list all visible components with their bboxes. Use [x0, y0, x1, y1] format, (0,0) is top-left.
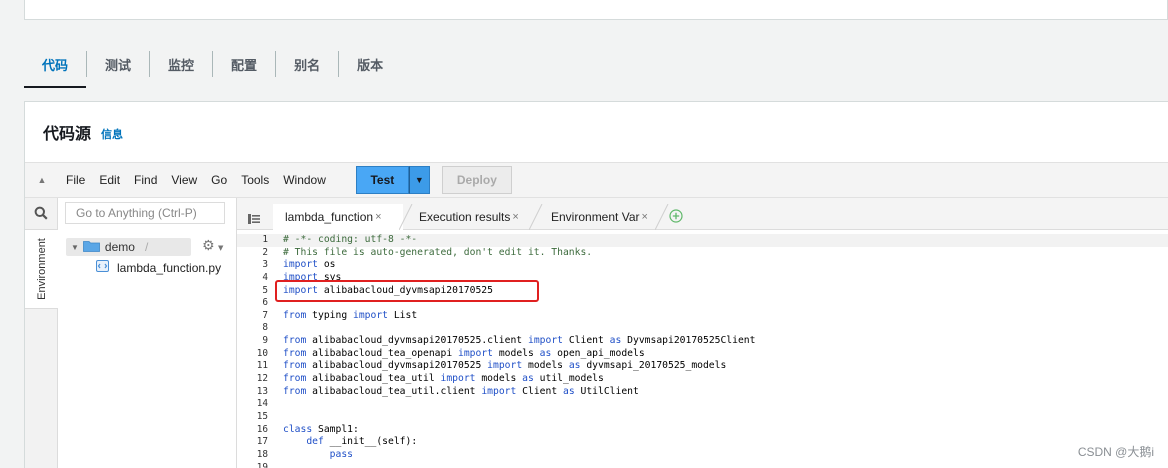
- section-title: 代码源: [43, 124, 92, 143]
- editor-tab-bar: lambda_function × Execution results × En…: [237, 198, 1168, 230]
- code-line: from alibabacloud_tea_util import models…: [283, 373, 604, 385]
- expand-triangle-icon[interactable]: ▼: [71, 243, 79, 252]
- search-icon[interactable]: [25, 198, 57, 228]
- editor-tab-label: Environment Var: [551, 210, 640, 224]
- python-file-icon: [96, 260, 109, 275]
- test-button-group: Test ▼: [355, 166, 430, 194]
- code-line: def __init__(self):: [306, 436, 418, 448]
- ide-menubar: ▲ File Edit Find View Go Tools Window Te…: [25, 162, 1168, 198]
- line-number: 8: [262, 322, 268, 334]
- editor-tab-label: lambda_function: [285, 210, 374, 224]
- line-number: 14: [256, 398, 268, 410]
- section-header: 代码源 信息: [25, 102, 1168, 162]
- menu-view[interactable]: View: [164, 173, 204, 187]
- deploy-button[interactable]: Deploy: [441, 166, 512, 194]
- tab-list-icon[interactable]: [248, 209, 260, 228]
- menu-find[interactable]: Find: [127, 173, 164, 187]
- test-button[interactable]: Test: [355, 166, 409, 194]
- line-number: 12: [256, 373, 268, 385]
- tree-file-lambda-function[interactable]: lambda_function.py: [96, 260, 221, 275]
- line-number: 2: [262, 246, 268, 258]
- go-to-anything-input[interactable]: Go to Anything (Ctrl-P): [65, 202, 225, 224]
- folder-icon: [83, 240, 100, 255]
- close-icon[interactable]: ×: [375, 211, 381, 223]
- code-lines: # -*- coding: utf-8 -*- # This file is au…: [283, 234, 755, 468]
- line-number: 13: [256, 385, 268, 397]
- environment-tab-label: Environment: [35, 238, 48, 300]
- code-line: # This file is auto-generated, don't edi…: [283, 246, 593, 258]
- cloud9-ide: ▲ File Edit Find View Go Tools Window Te…: [25, 162, 1168, 468]
- folder-name: demo: [104, 240, 135, 254]
- line-number: 16: [256, 423, 268, 435]
- tab-aliases[interactable]: 别名: [276, 40, 338, 88]
- highlight-annotation-box: [275, 280, 539, 302]
- line-number: 6: [262, 297, 268, 309]
- line-number: 18: [256, 448, 268, 460]
- file-tree-panel: Go to Anything (Ctrl-P) ▼ demo / ⚙ ▼ lam…: [58, 198, 237, 468]
- tab-test[interactable]: 测试: [87, 40, 149, 88]
- menu-file[interactable]: File: [59, 173, 92, 187]
- tree-folder-demo[interactable]: ▼ demo /: [66, 238, 191, 256]
- close-icon[interactable]: ×: [641, 211, 647, 223]
- ide-left-rail: Environment: [25, 198, 58, 468]
- line-number: 1: [262, 234, 268, 245]
- test-dropdown-caret-icon[interactable]: ▼: [408, 166, 430, 194]
- line-number: 4: [262, 271, 268, 283]
- editor-tab-environment-var[interactable]: Environment Var ×: [539, 204, 663, 230]
- info-link[interactable]: 信息: [101, 126, 123, 142]
- line-number: 9: [262, 335, 268, 347]
- line-number: 19: [256, 461, 268, 468]
- line-number: 7: [262, 309, 268, 321]
- tab-configuration[interactable]: 配置: [213, 40, 275, 88]
- gear-icon[interactable]: ⚙: [202, 238, 215, 254]
- top-card: [24, 0, 1168, 20]
- code-line: class Sampl1:: [283, 423, 359, 435]
- environment-tab[interactable]: Environment: [25, 229, 58, 309]
- code-source-panel: 代码源 信息 ▲ File Edit Find View Go Tools Wi…: [24, 101, 1168, 468]
- close-icon[interactable]: ×: [512, 211, 518, 223]
- code-line: # -*- coding: utf-8 -*-: [283, 234, 418, 245]
- code-line: from alibabacloud_dyvmsapi20170525 impor…: [283, 360, 727, 372]
- add-tab-plus-icon[interactable]: [669, 208, 683, 227]
- line-number: 17: [256, 436, 268, 448]
- code-line: from alibabacloud_dyvmsapi20170525.clien…: [283, 335, 756, 347]
- tab-versions[interactable]: 版本: [339, 40, 401, 88]
- code-line: pass: [329, 448, 354, 460]
- editor-tab-lambda-function[interactable]: lambda_function ×: [273, 204, 403, 230]
- gear-caret-icon[interactable]: ▼: [218, 244, 223, 252]
- line-number: 15: [256, 410, 268, 422]
- collapse-up-icon[interactable]: ▲: [25, 175, 59, 185]
- tab-code[interactable]: 代码: [24, 40, 87, 88]
- code-line: from alibabacloud_tea_util.client import…: [283, 385, 639, 397]
- line-number: 3: [262, 259, 268, 271]
- menu-edit[interactable]: Edit: [92, 173, 127, 187]
- file-name: lambda_function.py: [117, 260, 222, 275]
- tab-monitor[interactable]: 监控: [150, 40, 212, 88]
- code-line: from typing import List: [283, 309, 418, 321]
- code-line: import os: [283, 259, 336, 271]
- line-number: 10: [256, 347, 268, 359]
- menu-window[interactable]: Window: [276, 173, 333, 187]
- editor-tab-execution-results[interactable]: Execution results ×: [407, 204, 537, 230]
- line-number: 5: [262, 284, 268, 296]
- editor-tab-label: Execution results: [419, 210, 511, 224]
- folder-path-slash: /: [144, 240, 149, 254]
- line-number-gutter: 1 2 3 4 5 6 7 8 9 10 11 12 13 14 15 16 17 18 19: [237, 234, 268, 468]
- watermark: CSDN @大鹅i: [1077, 445, 1154, 459]
- tab-divider: [655, 204, 669, 230]
- code-line: from alibabacloud_tea_openapi import mod…: [283, 347, 645, 359]
- line-number: 11: [256, 360, 268, 372]
- function-tabs: 代码 测试 监控 配置 别名 版本: [24, 40, 401, 88]
- menu-go[interactable]: Go: [204, 173, 234, 187]
- menu-tools[interactable]: Tools: [234, 173, 276, 187]
- code-editor[interactable]: 1 2 3 4 5 6 7 8 9 10 11 12 13 14 15 16 17 18 19 # -*- codi…: [237, 230, 1168, 468]
